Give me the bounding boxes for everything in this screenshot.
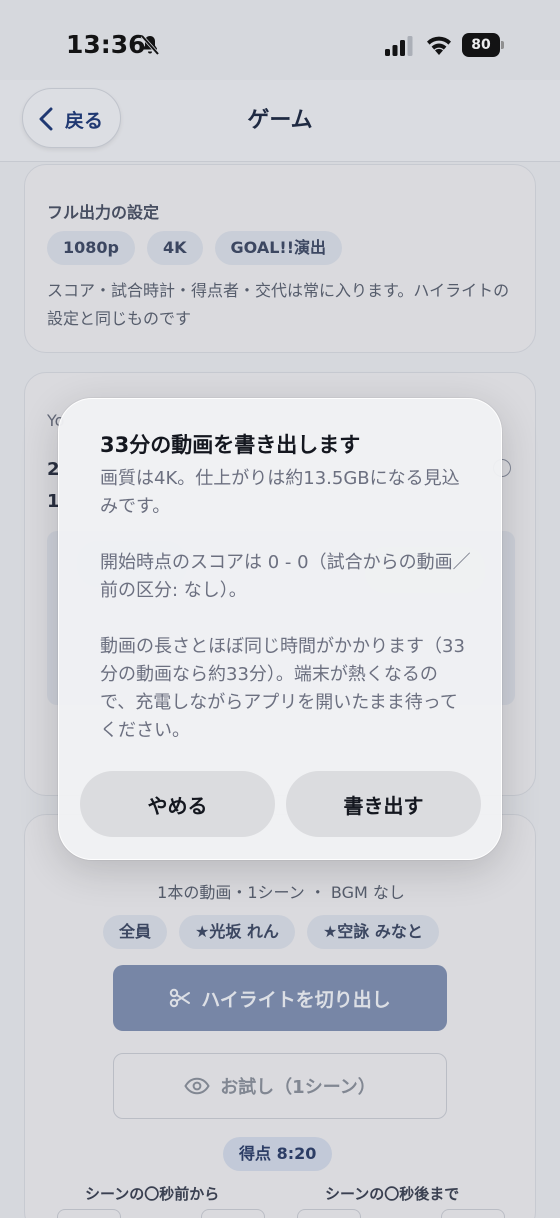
dialog-title: 33分の動画を書き出します: [100, 433, 361, 457]
dialog-paragraph: 画質は4K。仕上がりは約13.5GBになる見込みです。: [100, 468, 460, 517]
dialog-message: 画質は4K。仕上がりは約13.5GBになる見込みです。 開始時点のスコアは 0 …: [100, 465, 472, 773]
cancel-button[interactable]: やめる: [80, 771, 275, 837]
dialog-paragraph: 開始時点のスコアは 0 - 0（試合からの動画／前の区分: なし）。: [100, 552, 471, 601]
export-confirm-dialog: 33分の動画を書き出します 画質は4K。仕上がりは約13.5GBになる見込みです…: [58, 398, 502, 860]
dialog-paragraph: 動画の長さとほぼ同じ時間がかかります（33分の動画なら約33分）。端末が熱くなる…: [100, 636, 465, 741]
export-button[interactable]: 書き出す: [286, 771, 481, 837]
